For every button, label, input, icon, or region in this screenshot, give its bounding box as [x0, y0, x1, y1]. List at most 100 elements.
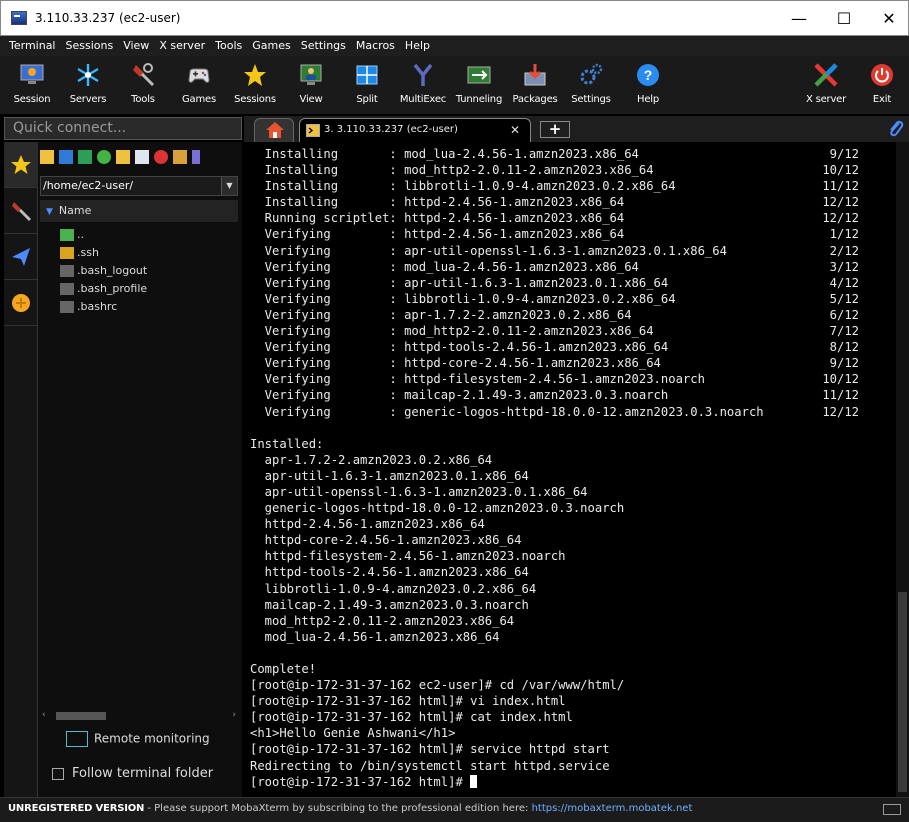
- terminal-output: Installing : mod_lua-2.4.56-1.amzn2023.x…: [250, 146, 859, 790]
- tunneling-button[interactable]: Tunneling: [453, 60, 505, 112]
- terminal-line: Verifying : httpd-2.4.56-1.amzn2023.x86_…: [250, 227, 860, 242]
- chevron-down-icon[interactable]: ▼: [221, 177, 237, 195]
- close-window-button[interactable]: ✕: [875, 7, 903, 31]
- menu-sessions[interactable]: Sessions: [61, 36, 119, 56]
- monitor-icon: [20, 64, 44, 84]
- refresh-icon[interactable]: [97, 150, 111, 164]
- maximize-button[interactable]: ☐: [830, 7, 858, 31]
- follow-terminal-folder-checkbox[interactable]: Follow terminal folder: [52, 766, 213, 781]
- terminal-line: Verifying : generic-logos-httpd-18.0.0-1…: [250, 404, 860, 419]
- list-item[interactable]: .bash_logout: [60, 262, 147, 280]
- parent-folder-icon[interactable]: [40, 150, 54, 164]
- tools-button[interactable]: Tools: [117, 60, 169, 112]
- menu-tools[interactable]: Tools: [210, 36, 247, 56]
- home-icon: [266, 122, 284, 138]
- tab-close-button[interactable]: ✕: [510, 123, 520, 137]
- file-list: .. .ssh .bash_logout .bash_profile .bash…: [60, 226, 147, 316]
- servers-button[interactable]: Servers: [62, 60, 114, 112]
- multiexec-button[interactable]: MultiExec: [397, 60, 449, 112]
- tab-session-label: 3. 3.110.33.237 (ec2-user): [324, 124, 458, 135]
- status-message: - Please support MobaXterm by subscribin…: [144, 803, 532, 814]
- terminal-line: apr-util-1.6.3-1.amzn2023.0.1.x86_64: [250, 468, 529, 483]
- split-icon: [356, 65, 378, 85]
- menu-games[interactable]: Games: [247, 36, 295, 56]
- list-item[interactable]: ..: [60, 226, 147, 244]
- new-folder-icon[interactable]: [116, 150, 130, 164]
- split-button[interactable]: Split: [341, 60, 393, 112]
- strip-sessions-button[interactable]: [4, 142, 38, 188]
- terminal-tab-icon: [306, 124, 320, 137]
- title-bar: 3.110.33.237 (ec2-user) — ☐ ✕: [0, 0, 909, 36]
- tab-session[interactable]: 3. 3.110.33.237 (ec2-user) ✕: [299, 118, 531, 142]
- terminal-line: <h1>Hello Genie Ashwani</h1>: [250, 726, 456, 741]
- settings-button[interactable]: Settings: [565, 60, 617, 112]
- folder-icon: [60, 247, 74, 259]
- menu-settings[interactable]: Settings: [296, 36, 351, 56]
- terminal-line: Verifying : httpd-core-2.4.56-1.amzn2023…: [250, 356, 860, 371]
- terminal-line: Verifying : apr-util-1.6.3-1.amzn2023.0.…: [250, 275, 860, 290]
- strip-sftp-button[interactable]: [4, 280, 38, 326]
- tunneling-icon: [467, 66, 491, 84]
- terminal-scrollbar[interactable]: [896, 142, 909, 797]
- session-button[interactable]: Session: [6, 60, 58, 112]
- terminal-line: [root@ip-172-31-37-162 ec2-user]# cd /va…: [250, 678, 625, 693]
- scrollbar-thumb[interactable]: [898, 592, 907, 792]
- mobaxterm-link[interactable]: https://mobaxterm.mobatek.net: [532, 803, 693, 814]
- strip-tools-button[interactable]: [4, 188, 38, 234]
- scroll-right-icon[interactable]: ›: [232, 710, 236, 720]
- list-item[interactable]: .ssh: [60, 244, 147, 262]
- packages-button[interactable]: Packages: [509, 60, 561, 112]
- tree-column-header[interactable]: ▼ Name: [40, 200, 238, 222]
- path-combobox[interactable]: /home/ec2-user/ ▼: [40, 176, 238, 196]
- paperclip-icon[interactable]: [887, 119, 905, 139]
- sftp-icon: [12, 294, 30, 312]
- column-name-label: Name: [58, 204, 92, 217]
- upload-icon[interactable]: [78, 150, 92, 164]
- scroll-left-icon[interactable]: ‹: [42, 710, 46, 720]
- file-icon: [60, 283, 74, 295]
- scrollbar-thumb[interactable]: [56, 712, 106, 720]
- menu-help[interactable]: Help: [400, 36, 435, 56]
- rename-icon[interactable]: [192, 150, 200, 164]
- menu-terminal[interactable]: Terminal: [4, 36, 61, 56]
- terminal-prompt-line: [root@ip-172-31-37-162 html]#: [250, 774, 859, 790]
- exit-button[interactable]: Exit: [856, 60, 908, 112]
- remote-monitoring-button[interactable]: Remote monitoring: [66, 731, 210, 747]
- list-item[interactable]: .bash_profile: [60, 280, 147, 298]
- strip-macros-button[interactable]: [4, 234, 38, 280]
- terminal-line: generic-logos-httpd-18.0.0-12.amzn2023.0…: [250, 501, 625, 516]
- sessions-button[interactable]: Sessions: [229, 60, 281, 112]
- terminal-line: apr-util-openssl-1.6.3-1.amzn2023.0.1.x8…: [250, 484, 588, 499]
- games-button[interactable]: Games: [173, 60, 225, 112]
- terminal-prompt: [root@ip-172-31-37-162 html]#: [250, 774, 471, 789]
- new-tab-button[interactable]: +: [540, 121, 570, 138]
- x-server-button[interactable]: X server: [800, 60, 852, 112]
- download-icon[interactable]: [59, 150, 73, 164]
- gear-icon: [580, 63, 603, 85]
- menu-macros[interactable]: Macros: [351, 36, 400, 56]
- tab-home[interactable]: [254, 118, 294, 142]
- menu-view[interactable]: View: [118, 36, 154, 56]
- view-button[interactable]: View: [285, 60, 337, 112]
- keyboard-icon[interactable]: [883, 804, 901, 815]
- terminal-line: mod_lua-2.4.56-1.amzn2023.x86_64: [250, 629, 500, 644]
- star-icon: [11, 155, 31, 174]
- help-button[interactable]: ? Help: [622, 60, 674, 112]
- horizontal-scrollbar[interactable]: ‹ ›: [40, 710, 238, 722]
- paper-plane-icon: [12, 248, 30, 266]
- terminal-line: Verifying : httpd-filesystem-2.4.56-1.am…: [250, 372, 860, 387]
- new-file-icon[interactable]: [135, 150, 149, 164]
- delete-icon[interactable]: [154, 150, 168, 164]
- permissions-icon[interactable]: [173, 150, 187, 164]
- file-icon: [60, 265, 74, 277]
- terminal-line: [root@ip-172-31-37-162 html]# vi index.h…: [250, 694, 566, 709]
- power-icon: [871, 64, 893, 86]
- menu-bar: Terminal Sessions View X server Tools Games Se…: [0, 36, 909, 56]
- checkbox[interactable]: [52, 767, 64, 780]
- menu-x-server[interactable]: X server: [154, 36, 210, 56]
- minimize-button[interactable]: —: [785, 7, 813, 31]
- gamepad-icon: [188, 68, 210, 83]
- quick-connect-input[interactable]: Quick connect...: [4, 117, 242, 140]
- terminal-view[interactable]: Installing : mod_lua-2.4.56-1.amzn2023.x…: [244, 142, 896, 797]
- list-item[interactable]: .bashrc: [60, 298, 147, 316]
